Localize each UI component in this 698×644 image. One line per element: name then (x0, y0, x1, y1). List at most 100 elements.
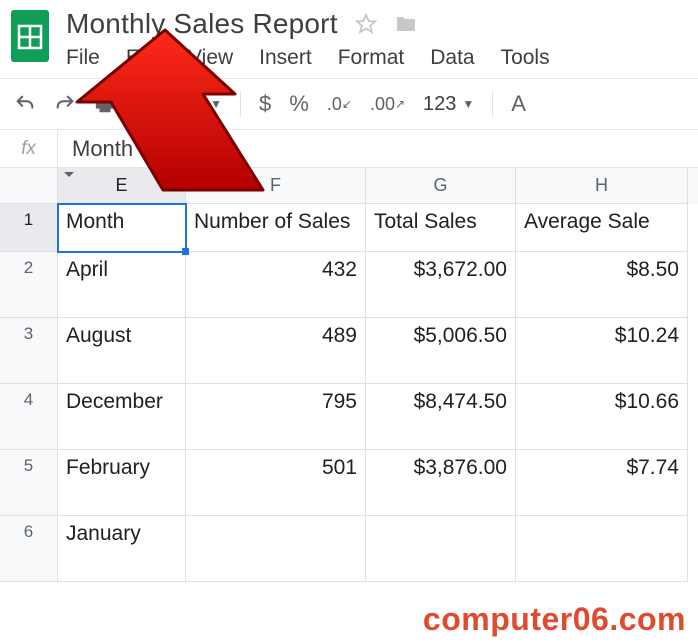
cell-E4[interactable]: December (58, 384, 186, 450)
cell-text: January (66, 522, 141, 546)
menu-insert[interactable]: Insert (259, 46, 312, 70)
watermark-text: computer06.com (423, 601, 686, 638)
row-header-4[interactable]: 4 (0, 384, 58, 450)
decrease-decimal-button[interactable]: .0↙ (327, 94, 352, 115)
toolbar-separator (134, 91, 135, 117)
toolbar-separator (240, 91, 241, 117)
cell-text: Average Sale (524, 210, 650, 234)
zoom-dropdown[interactable]: 100% ▼ (153, 93, 222, 116)
currency-button[interactable]: $ (259, 91, 271, 117)
select-all-corner[interactable] (0, 168, 58, 204)
caret-down-icon: ▼ (210, 97, 222, 111)
cell-H5[interactable]: $7.74 (516, 450, 688, 516)
column-label: H (595, 175, 608, 196)
cell-text: $10.66 (615, 390, 679, 414)
cell-text: February (66, 456, 150, 480)
fx-label: fx (0, 130, 58, 167)
cell-G6[interactable] (366, 516, 516, 582)
cell-F4[interactable]: 795 (186, 384, 366, 450)
cell-F3[interactable]: 489 (186, 318, 366, 384)
menu-tools[interactable]: Tools (501, 46, 550, 70)
cell-E1[interactable]: Month (58, 204, 186, 252)
cell-G5[interactable]: $3,876.00 (366, 450, 516, 516)
folder-icon[interactable] (394, 12, 418, 36)
cell-text: $7.74 (626, 456, 679, 480)
cell-text: $8,474.50 (414, 390, 507, 414)
table-row: 4 December 795 $8,474.50 $10.66 (0, 384, 698, 450)
column-header-H[interactable]: H (516, 168, 688, 204)
row-header-6[interactable]: 6 (0, 516, 58, 582)
menu-file[interactable]: File (66, 46, 100, 70)
column-header-E[interactable]: E (58, 168, 186, 204)
percent-button[interactable]: % (289, 91, 309, 117)
number-format-dropdown[interactable]: 123 ▼ (423, 93, 474, 116)
increase-decimal-label: .00 (370, 94, 395, 115)
table-row: 1 Month Number of Sales Total Sales Aver… (0, 204, 698, 252)
sort-marker-icon (64, 172, 74, 177)
cell-text: Number of Sales (194, 210, 350, 234)
cell-text: $3,672.00 (414, 258, 507, 282)
column-header-G[interactable]: G (366, 168, 516, 204)
cell-H4[interactable]: $10.66 (516, 384, 688, 450)
fill-handle[interactable] (182, 248, 189, 255)
cell-G2[interactable]: $3,672.00 (366, 252, 516, 318)
cell-E5[interactable]: February (58, 450, 186, 516)
cell-text: $8.50 (626, 258, 679, 282)
menu-data[interactable]: Data (430, 46, 474, 70)
sheets-logo[interactable] (8, 6, 52, 66)
column-label: F (270, 175, 281, 196)
cell-text: 489 (322, 324, 357, 348)
cell-E6[interactable]: January (58, 516, 186, 582)
cell-F6[interactable] (186, 516, 366, 582)
cell-H3[interactable]: $10.24 (516, 318, 688, 384)
menu-format[interactable]: Format (338, 46, 405, 70)
cell-F5[interactable]: 501 (186, 450, 366, 516)
toolbar: 100% ▼ $ % .0↙ .00↗ 123 ▼ A (0, 78, 698, 130)
decrease-decimal-label: .0 (327, 94, 342, 115)
row-header-3[interactable]: 3 (0, 318, 58, 384)
cell-text: $5,006.50 (414, 324, 507, 348)
cell-H6[interactable] (516, 516, 688, 582)
cell-G4[interactable]: $8,474.50 (366, 384, 516, 450)
column-label: G (433, 175, 447, 196)
cell-E2[interactable]: April (58, 252, 186, 318)
menu-view[interactable]: View (188, 46, 233, 70)
cell-text: 795 (322, 390, 357, 414)
row-header-2[interactable]: 2 (0, 252, 58, 318)
menu-bar: File Edit View Insert Format Data Tools (66, 42, 690, 78)
redo-button[interactable] (54, 93, 76, 115)
column-header-F[interactable]: F (186, 168, 366, 204)
cell-text: April (66, 258, 108, 282)
cell-H1[interactable]: Average Sale (516, 204, 688, 252)
cell-text: 501 (322, 456, 357, 480)
document-title[interactable]: Monthly Sales Report (66, 8, 338, 40)
increase-decimal-button[interactable]: .00↗ (370, 94, 405, 115)
print-button[interactable] (94, 93, 116, 115)
table-row: 6 January (0, 516, 698, 582)
cell-E3[interactable]: August (58, 318, 186, 384)
cell-text: 432 (322, 258, 357, 282)
toolbar-separator (492, 91, 493, 117)
menu-edit[interactable]: Edit (126, 46, 162, 70)
cell-G3[interactable]: $5,006.50 (366, 318, 516, 384)
undo-button[interactable] (14, 93, 36, 115)
cell-text: Month (66, 210, 124, 234)
cell-text: August (66, 324, 131, 348)
table-row: 3 August 489 $5,006.50 $10.24 (0, 318, 698, 384)
zoom-value: 100% (153, 93, 204, 116)
formula-bar: fx Month (0, 130, 698, 168)
row-header-5[interactable]: 5 (0, 450, 58, 516)
cell-F2[interactable]: 432 (186, 252, 366, 318)
star-icon[interactable] (354, 12, 378, 36)
cell-text: $10.24 (615, 324, 679, 348)
number-format-label: 123 (423, 93, 456, 116)
cell-G1[interactable]: Total Sales (366, 204, 516, 252)
formula-input[interactable]: Month (58, 136, 147, 162)
cell-F1[interactable]: Number of Sales (186, 204, 366, 252)
column-label: E (115, 175, 127, 196)
font-dropdown[interactable]: A (511, 91, 526, 117)
row-header-1[interactable]: 1 (0, 204, 58, 252)
spreadsheet-grid: E F G H 1 Month Number of Sales Total Sa… (0, 168, 698, 582)
table-row: 2 April 432 $3,672.00 $8.50 (0, 252, 698, 318)
cell-H2[interactable]: $8.50 (516, 252, 688, 318)
